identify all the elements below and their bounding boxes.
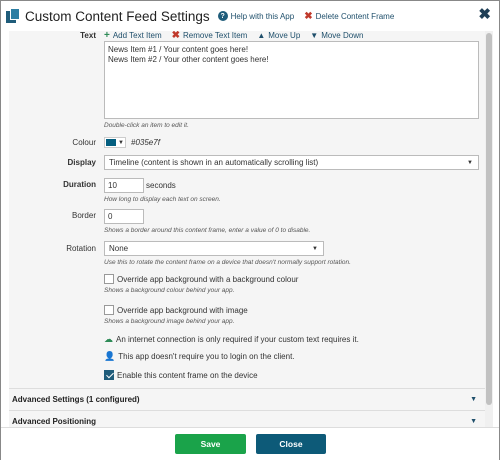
duration-label: Duration xyxy=(63,180,96,189)
colour-picker[interactable]: ▼ xyxy=(104,137,126,148)
move-down-label: Move Down xyxy=(321,31,364,40)
chevron-down-icon: ▼ xyxy=(312,246,318,252)
add-text-item-label: Add Text Item xyxy=(112,31,162,40)
text-label: Text xyxy=(80,31,96,40)
remove-icon: ✖ xyxy=(171,31,180,41)
remove-text-item-button[interactable]: ✖ Remove Text Item xyxy=(172,31,248,41)
duration-unit: seconds xyxy=(146,181,176,190)
duration-input[interactable]: 10 xyxy=(104,178,144,193)
delete-icon: ✖ xyxy=(304,10,313,22)
override-bg-colour-checkbox[interactable] xyxy=(104,274,114,284)
rotation-selected: None xyxy=(109,244,129,253)
chevron-down-icon: ▼ xyxy=(467,160,473,166)
advanced-settings-label: Advanced Settings (1 configured) xyxy=(12,395,140,404)
rotation-select[interactable]: None ▼ xyxy=(104,241,324,256)
rotation-label: Rotation xyxy=(66,244,96,253)
override-bg-colour-label: Override app background with a backgroun… xyxy=(117,274,299,284)
move-up-button[interactable]: ▲ Move Up xyxy=(257,31,300,41)
display-selected: Timeline (content is shown in an automat… xyxy=(109,158,319,167)
remove-text-item-label: Remove Text Item xyxy=(183,31,248,40)
help-icon: ? xyxy=(217,11,228,21)
scrollbar-thumb[interactable] xyxy=(486,33,492,405)
advanced-positioning-label: Advanced Positioning xyxy=(12,417,97,426)
rotation-hint: Use this to rotate the content frame on … xyxy=(104,259,351,266)
override-bg-image-hint: Shows a background image behind your app… xyxy=(104,318,235,325)
duration-hint: How long to display each text on screen. xyxy=(104,196,221,203)
delete-frame-label: Delete Content Frame xyxy=(315,11,395,21)
move-up-label: Move Up xyxy=(268,31,301,40)
colour-label: Colour xyxy=(72,138,96,147)
help-link[interactable]: ? Help with this App xyxy=(217,11,295,21)
text-hint: Double-click an item to edit it. xyxy=(104,122,189,129)
chevron-down-icon: ▼ xyxy=(470,396,477,403)
app-icon xyxy=(6,8,22,24)
chevron-down-icon: ▼ xyxy=(118,139,124,146)
dialog-titlebar: Custom Content Feed Settings ? Help with… xyxy=(1,1,499,31)
add-text-item-button[interactable]: + Add Text Item xyxy=(104,31,162,41)
display-select[interactable]: Timeline (content is shown in an automat… xyxy=(104,155,479,170)
help-link-label: Help with this App xyxy=(230,11,295,21)
user-icon: 👤 xyxy=(104,351,116,361)
enable-frame-label: Enable this content frame on the device xyxy=(117,370,258,380)
save-button[interactable]: Save xyxy=(175,434,246,454)
advanced-positioning-section[interactable]: Advanced Positioning ▼ xyxy=(9,410,485,427)
close-button[interactable]: Close xyxy=(256,434,326,454)
colour-value: #035e7f xyxy=(131,138,160,147)
cloud-icon: ☁ xyxy=(104,334,113,344)
advanced-settings-section[interactable]: Advanced Settings (1 configured) ▼ xyxy=(9,388,485,410)
delete-frame-link[interactable]: ✖ Delete Content Frame xyxy=(304,11,394,22)
border-hint: Shows a border around this content frame… xyxy=(104,227,311,234)
text-toolbar: + Add Text Item ✖ Remove Text Item ▲ Move U… xyxy=(104,31,373,41)
plus-icon: + xyxy=(104,31,110,41)
override-bg-colour-hint: Shows a background colour behind your ap… xyxy=(104,287,235,294)
arrow-up-icon: ▲ xyxy=(257,31,266,40)
arrow-down-icon: ▼ xyxy=(310,31,319,40)
enable-frame-checkbox[interactable] xyxy=(104,370,114,380)
login-info-text: This app doesn't require you to login on… xyxy=(118,352,295,361)
override-bg-image-label: Override app background with image xyxy=(117,305,248,315)
text-item[interactable]: News Item #2 / Your other content goes h… xyxy=(108,55,475,65)
close-icon[interactable]: ✖ xyxy=(478,7,491,22)
settings-dialog: Custom Content Feed Settings ? Help with… xyxy=(0,0,500,460)
content-scrollbar[interactable] xyxy=(485,31,493,427)
settings-content: Text + Add Text Item ✖ Remove Text Item ▲ M… xyxy=(9,31,485,427)
text-items-list-wrap: News Item #1 / Your content goes here! N… xyxy=(104,41,479,129)
dialog-footer: Save Close xyxy=(1,427,499,460)
display-label: Display xyxy=(67,158,96,167)
internet-info-text: An internet connection is only required … xyxy=(116,335,359,344)
text-item[interactable]: News Item #1 / Your content goes here! xyxy=(108,45,475,55)
text-items-list[interactable]: News Item #1 / Your content goes here! N… xyxy=(104,41,479,119)
border-input[interactable]: 0 xyxy=(104,209,144,224)
colour-swatch xyxy=(106,139,117,146)
move-down-button[interactable]: ▼ Move Down xyxy=(310,31,363,41)
dialog-title: Custom Content Feed Settings xyxy=(25,8,210,24)
border-label: Border xyxy=(71,211,96,220)
chevron-down-icon: ▼ xyxy=(470,418,477,425)
override-bg-image-checkbox[interactable] xyxy=(104,305,114,315)
